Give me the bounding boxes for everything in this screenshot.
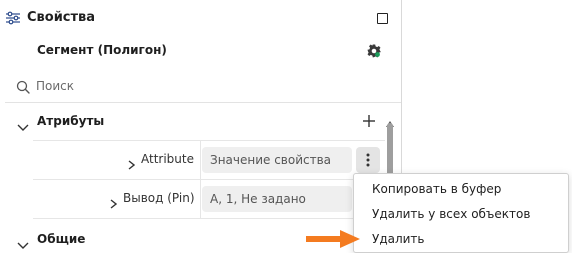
attribute-row: Вывод (Pin) А, 1, Не задано bbox=[33, 179, 385, 219]
pin-output-label: Вывод (Pin) bbox=[123, 191, 195, 205]
menu-item-delete[interactable]: Удалить bbox=[354, 227, 568, 252]
more-options-button[interactable] bbox=[356, 147, 380, 173]
more-vertical-icon bbox=[366, 153, 370, 167]
chevron-right-icon[interactable] bbox=[128, 155, 136, 170]
screen: Свойства Сегмент (Полигон) Поиск Атрибут… bbox=[0, 0, 572, 253]
settings-gear-icon[interactable] bbox=[366, 43, 382, 59]
menu-item-delete-from-all[interactable]: Удалить у всех объектов bbox=[354, 202, 568, 227]
menu-item-copy-to-clipboard[interactable]: Копировать в буфер bbox=[354, 177, 568, 202]
chevron-down-icon bbox=[17, 117, 29, 131]
search-input[interactable] bbox=[36, 75, 336, 97]
chevron-down-icon bbox=[17, 235, 29, 249]
section-attributes[interactable]: Атрибуты bbox=[5, 105, 401, 139]
arrow-right-icon bbox=[306, 230, 360, 248]
properties-panel: Свойства Сегмент (Полигон) Поиск Атрибут… bbox=[0, 0, 402, 253]
search-icon bbox=[16, 79, 30, 94]
context-menu: Копировать в буфер Удалить у всех объект… bbox=[353, 173, 569, 253]
panel-header: Свойства bbox=[0, 0, 401, 36]
section-attributes-label: Атрибуты bbox=[37, 114, 105, 128]
section-general-label: Общие bbox=[37, 232, 86, 246]
search-bar bbox=[5, 71, 401, 103]
scroll-up-icon[interactable] bbox=[386, 112, 394, 127]
attribute-label: Attribute bbox=[141, 152, 194, 166]
column-divider bbox=[200, 141, 201, 179]
chevron-right-icon[interactable] bbox=[110, 194, 118, 209]
pin-output-value-field[interactable]: А, 1, Не задано bbox=[202, 186, 352, 212]
attribute-row: Attribute Значение свойства bbox=[33, 140, 385, 179]
maximize-icon[interactable] bbox=[377, 13, 388, 24]
plus-icon[interactable] bbox=[362, 113, 376, 127]
column-divider bbox=[200, 180, 201, 218]
panel-title: Свойства bbox=[27, 10, 96, 25]
entity-title: Сегмент (Полигон) bbox=[37, 43, 167, 57]
properties-icon bbox=[5, 10, 21, 26]
attribute-value-field[interactable]: Значение свойства bbox=[202, 147, 352, 173]
